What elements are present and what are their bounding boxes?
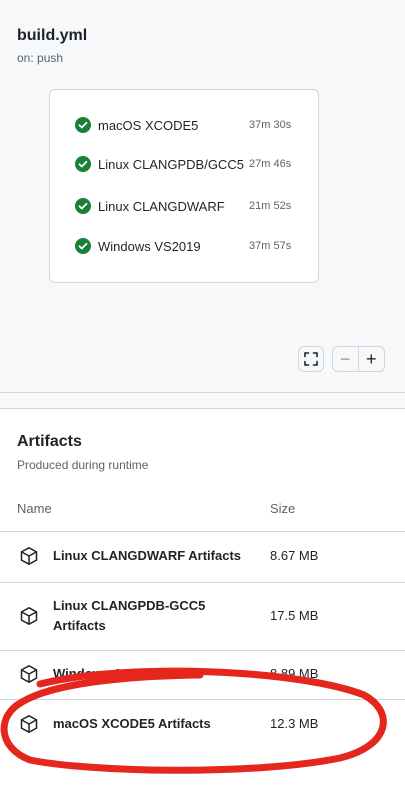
artifact-size: 12.3 MB — [270, 716, 319, 731]
artifact-size: 8.67 MB — [270, 548, 319, 563]
artifact-size: 8.89 MB — [270, 666, 319, 681]
column-header-name: Name — [17, 501, 52, 516]
package-icon — [20, 607, 38, 625]
job-name: Linux CLANGPDB/GCC5 — [98, 156, 244, 172]
artifact-row[interactable]: Linux CLANGDWARF Artifacts 8.67 MB — [0, 531, 405, 582]
workflow-title[interactable]: build.yml — [17, 27, 87, 45]
artifact-row[interactable]: macOS XCODE5 Artifacts 12.3 MB — [0, 699, 405, 750]
artifact-size: 17.5 MB — [270, 608, 319, 623]
job-duration: 37m 57s — [249, 240, 292, 252]
jobs-card: macOS XCODE5 37m 30s Linux CLANGPDB/GCC5… — [49, 89, 319, 283]
artifacts-title: Artifacts — [17, 433, 82, 450]
artifacts-subtitle: Produced during runtime — [17, 458, 149, 472]
zoom-controls: − + — [332, 346, 385, 372]
job-duration: 37m 30s — [249, 119, 292, 131]
job-name: macOS XCODE5 — [98, 117, 199, 133]
job-duration: 27m 46s — [249, 158, 292, 170]
job-item[interactable]: Linux CLANGDWARF 21m 52s — [75, 196, 320, 216]
check-circle-icon — [75, 117, 91, 133]
column-header-size: Size — [270, 501, 296, 516]
zoom-out-button[interactable]: − — [333, 347, 359, 371]
check-circle-icon — [75, 238, 91, 254]
check-circle-icon — [75, 156, 91, 172]
job-name: Windows VS2019 — [98, 238, 201, 254]
artifact-name[interactable]: macOS XCODE5 Artifacts — [53, 714, 258, 734]
check-circle-icon — [75, 198, 91, 214]
artifact-name[interactable]: Linux CLANGPDB-GCC5 Artifacts — [53, 596, 258, 636]
artifact-name[interactable]: Windows Artifacts — [53, 664, 258, 684]
artifact-row[interactable]: Linux CLANGPDB-GCC5 Artifacts 17.5 MB — [0, 582, 405, 650]
package-icon — [20, 547, 38, 565]
fullscreen-button[interactable] — [298, 346, 324, 372]
zoom-in-button[interactable]: + — [359, 347, 384, 371]
package-icon — [20, 715, 38, 733]
job-duration: 21m 52s — [249, 200, 292, 212]
job-item[interactable]: Linux CLANGPDB/GCC5 27m 46s — [75, 154, 320, 174]
package-icon — [20, 665, 38, 683]
workflow-trigger: on: push — [17, 51, 64, 65]
job-item[interactable]: macOS XCODE5 37m 30s — [75, 115, 320, 135]
workflow-graph-panel: build.yml on: push macOS XCODE5 37m 30s … — [0, 0, 405, 393]
section-divider — [0, 393, 405, 409]
fullscreen-icon — [304, 352, 318, 366]
job-name: Linux CLANGDWARF — [98, 198, 225, 214]
artifact-row[interactable]: Windows Artifacts 8.89 MB — [0, 650, 405, 699]
job-item[interactable]: Windows VS2019 37m 57s — [75, 236, 320, 256]
artifact-name[interactable]: Linux CLANGDWARF Artifacts — [53, 546, 258, 566]
